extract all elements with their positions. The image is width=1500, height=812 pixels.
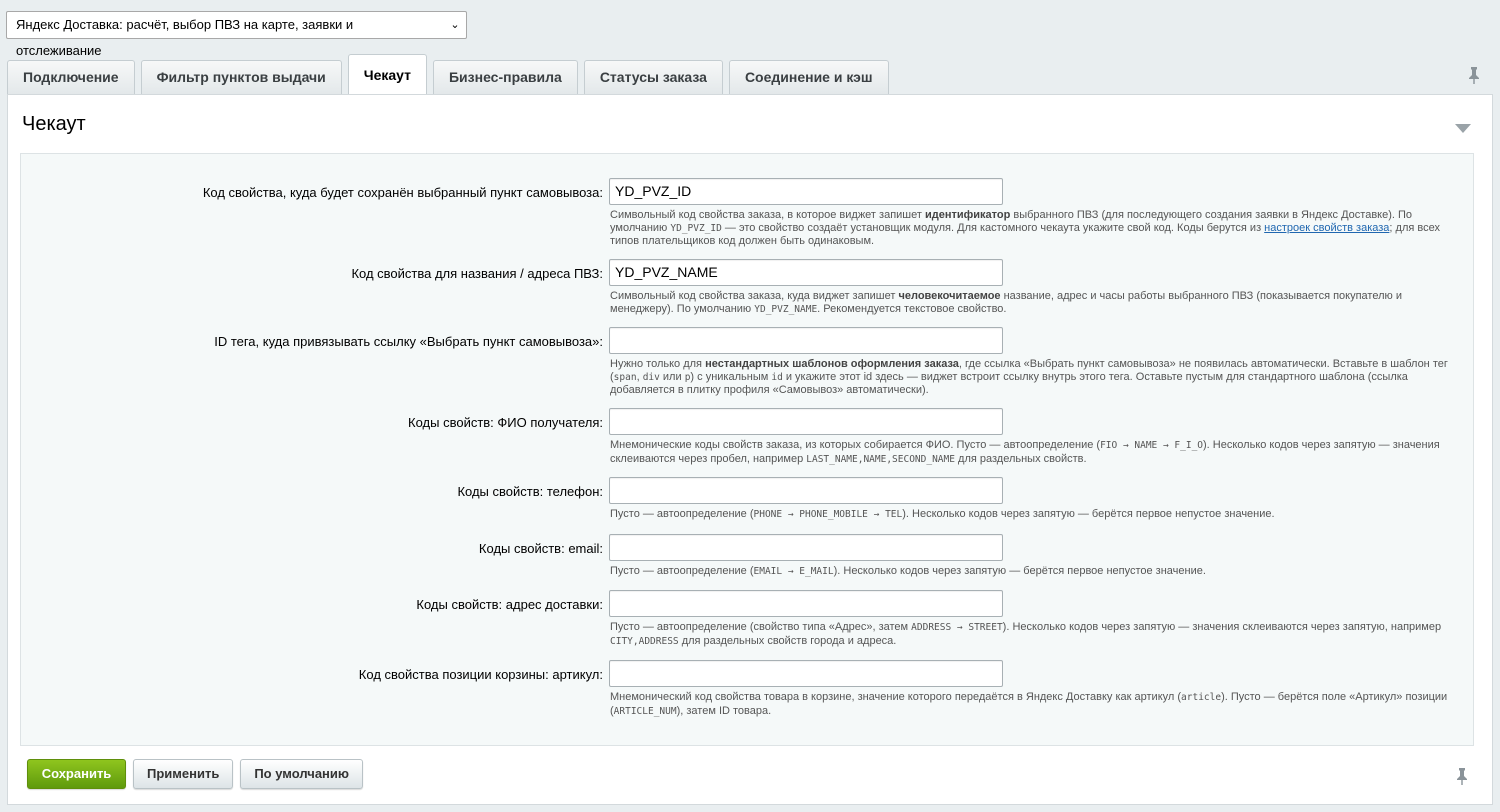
- pin-icon[interactable]: [1455, 767, 1469, 785]
- tab-label: Фильтр пунктов выдачи: [156, 69, 326, 85]
- field-label: Код свойства для названия / адреса ПВЗ:: [351, 266, 603, 281]
- article-input[interactable]: [609, 660, 1003, 687]
- field-hint: Пусто — автоопределение (PHONE → PHONE_M…: [610, 508, 1275, 520]
- field-label: Коды свойств: телефон:: [457, 484, 603, 499]
- email-input[interactable]: [609, 534, 1003, 561]
- module-select[interactable]: Яндекс Доставка: расчёт, выбор ПВЗ на ка…: [6, 11, 467, 58]
- field-hint: Пусто — автоопределение (EMAIL → E_MAIL)…: [610, 565, 1206, 577]
- field-hint: Нужно только для нестандартных шаблонов …: [610, 358, 1448, 396]
- tab-checkout[interactable]: Чекаут: [347, 54, 427, 94]
- settings-panel: Чекаут Код свойства, куда будет сохранён…: [7, 94, 1493, 805]
- tag-id-input[interactable]: [609, 327, 1003, 354]
- field-label: Коды свойств: ФИО получателя:: [408, 415, 603, 430]
- button-bar: Сохранить Применить По умолчанию: [27, 759, 370, 789]
- tab-label: Бизнес-правила: [448, 69, 562, 85]
- field-label: ID тега, куда привязывать ссылку «Выбрат…: [214, 334, 603, 349]
- field-hint: Пусто — автоопределение (свойство типа «…: [610, 621, 1442, 647]
- save-button[interactable]: Сохранить: [27, 759, 126, 789]
- tab-label: Чекаут: [363, 67, 411, 83]
- defaults-button[interactable]: По умолчанию: [240, 759, 364, 789]
- field-label: Коды свойств: email:: [478, 541, 603, 556]
- field-label: Коды свойств: адрес доставки:: [416, 597, 603, 612]
- tab-bar: Подключение Фильтр пунктов выдачи Чекаут…: [7, 54, 895, 94]
- tab-pickup-filter[interactable]: Фильтр пунктов выдачи: [140, 60, 342, 94]
- field-hint: Мнемонический код свойства товара в корз…: [610, 691, 1448, 717]
- chevron-down-icon: ⌄: [450, 19, 460, 31]
- field-label: Код свойства, куда будет сохранён выбран…: [202, 185, 603, 200]
- order-properties-link[interactable]: настроек свойств заказа: [1264, 222, 1389, 234]
- phone-input[interactable]: [609, 477, 1003, 504]
- fio-input[interactable]: [609, 408, 1003, 435]
- pvz-name-input[interactable]: YD_PVZ_NAME: [609, 259, 1003, 286]
- apply-button[interactable]: Применить: [133, 759, 234, 789]
- pin-icon[interactable]: [1467, 66, 1481, 84]
- panel-title: Чекаут: [22, 113, 86, 135]
- tab-label: Статусы заказа: [599, 69, 707, 85]
- tab-connection[interactable]: Подключение: [7, 60, 135, 94]
- address-input[interactable]: [609, 590, 1003, 617]
- field-label: Код свойства позиции корзины: артикул:: [358, 667, 603, 682]
- collapse-icon[interactable]: [1455, 124, 1471, 133]
- form-container: Код свойства, куда будет сохранён выбран…: [20, 153, 1474, 746]
- field-hint: Символьный код свойства заказа, в которо…: [610, 209, 1440, 247]
- field-hint: Мнемонические коды свойств заказа, из ко…: [610, 439, 1440, 465]
- tab-business-rules[interactable]: Бизнес-правила: [432, 60, 578, 94]
- pvz-id-input[interactable]: YD_PVZ_ID: [609, 178, 1003, 205]
- tab-connection-cache[interactable]: Соединение и кэш: [728, 60, 889, 94]
- tab-label: Соединение и кэш: [744, 69, 873, 85]
- tab-order-statuses[interactable]: Статусы заказа: [583, 60, 723, 94]
- module-select-value: Яндекс Доставка: расчёт, выбор ПВЗ на ка…: [16, 17, 354, 58]
- tab-label: Подключение: [23, 69, 119, 85]
- field-hint: Символьный код свойства заказа, куда вид…: [610, 290, 1402, 315]
